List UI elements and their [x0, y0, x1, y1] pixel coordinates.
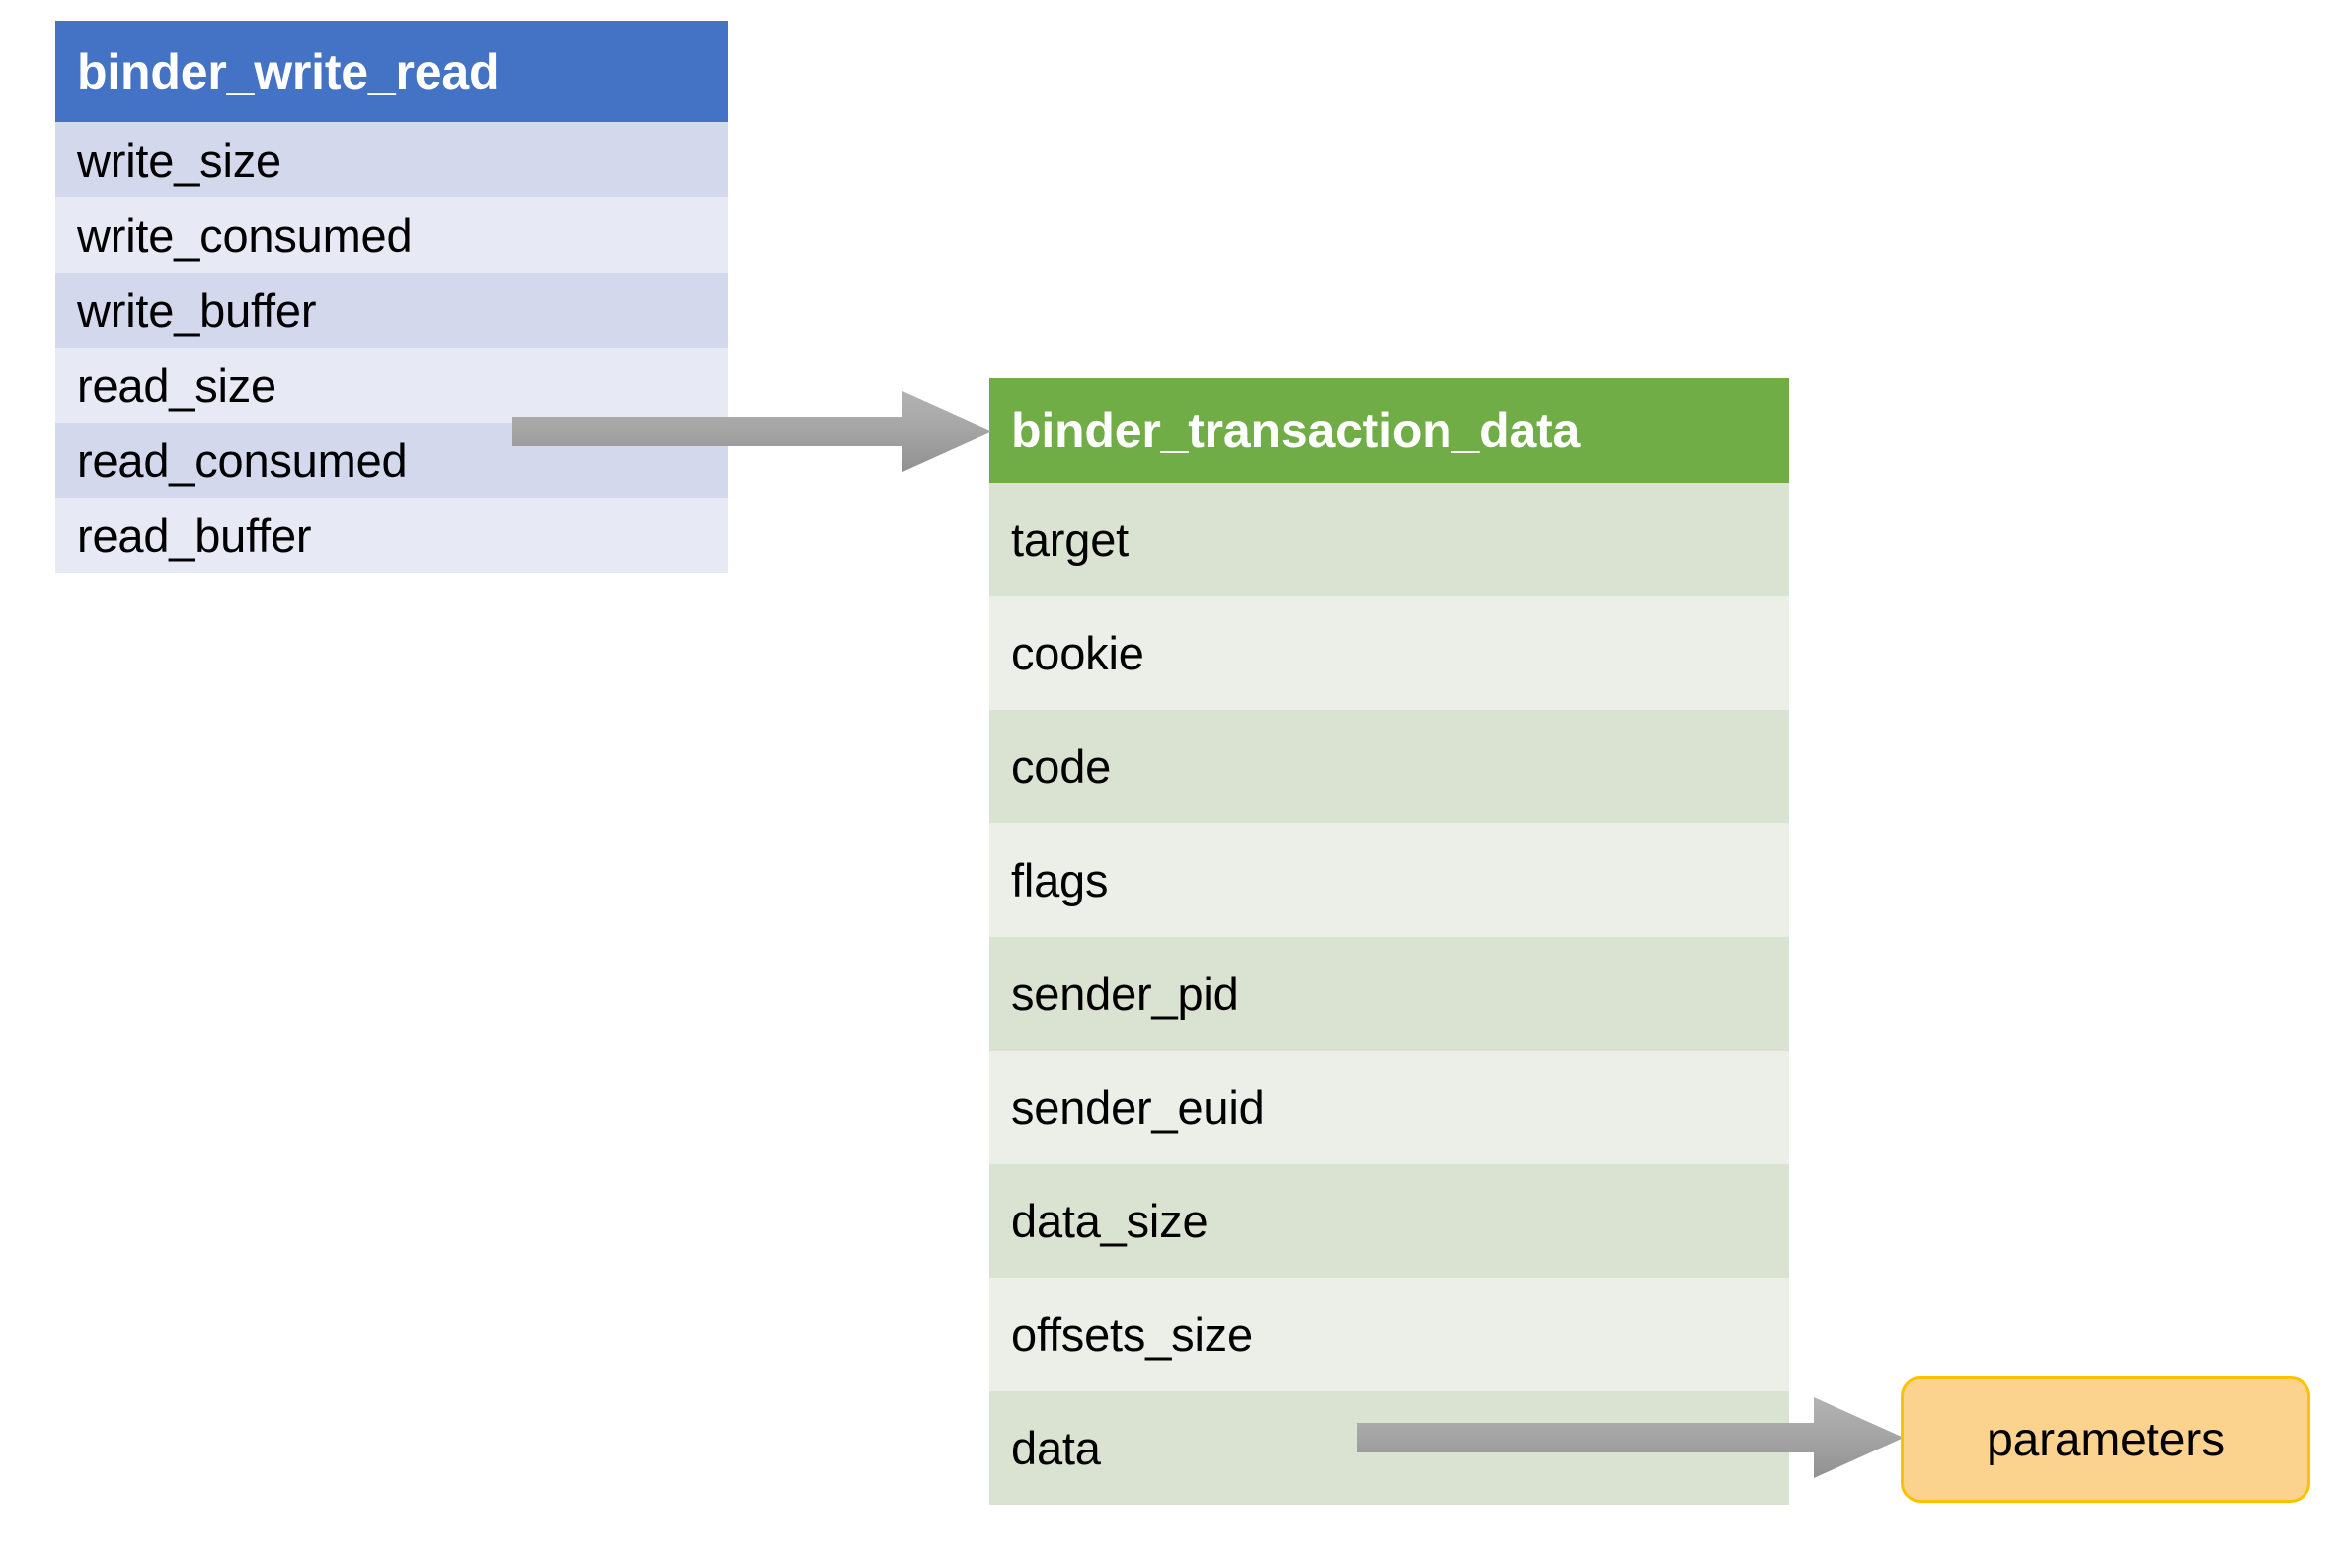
field-row-write-buffer: write_buffer [55, 273, 728, 348]
field-row-write-size: write_size [55, 122, 728, 197]
field-row-read-size: read_size [55, 348, 728, 423]
diagram-canvas: binder_write_read write_size write_consu… [0, 0, 2344, 1568]
field-row-offsets-size: offsets_size [989, 1278, 1789, 1391]
node-parameters-label: parameters [1987, 1413, 2225, 1466]
field-row-code: code [989, 710, 1789, 823]
node-parameters: parameters [1901, 1376, 2310, 1503]
field-row-write-consumed: write_consumed [55, 197, 728, 273]
field-row-read-buffer: read_buffer [55, 498, 728, 573]
field-row-cookie: cookie [989, 596, 1789, 710]
field-row-target: target [989, 483, 1789, 596]
struct-header-binder-write-read: binder_write_read [55, 21, 728, 122]
field-row-flags: flags [989, 823, 1789, 937]
struct-binder-write-read: binder_write_read write_size write_consu… [55, 21, 728, 573]
field-row-data: data [989, 1391, 1789, 1505]
field-row-data-size: data_size [989, 1164, 1789, 1278]
struct-header-binder-transaction-data: binder_transaction_data [989, 378, 1789, 483]
struct-binder-transaction-data: binder_transaction_data target cookie co… [989, 378, 1789, 1505]
field-row-sender-pid: sender_pid [989, 937, 1789, 1051]
field-row-sender-euid: sender_euid [989, 1051, 1789, 1164]
field-row-read-consumed: read_consumed [55, 423, 728, 498]
